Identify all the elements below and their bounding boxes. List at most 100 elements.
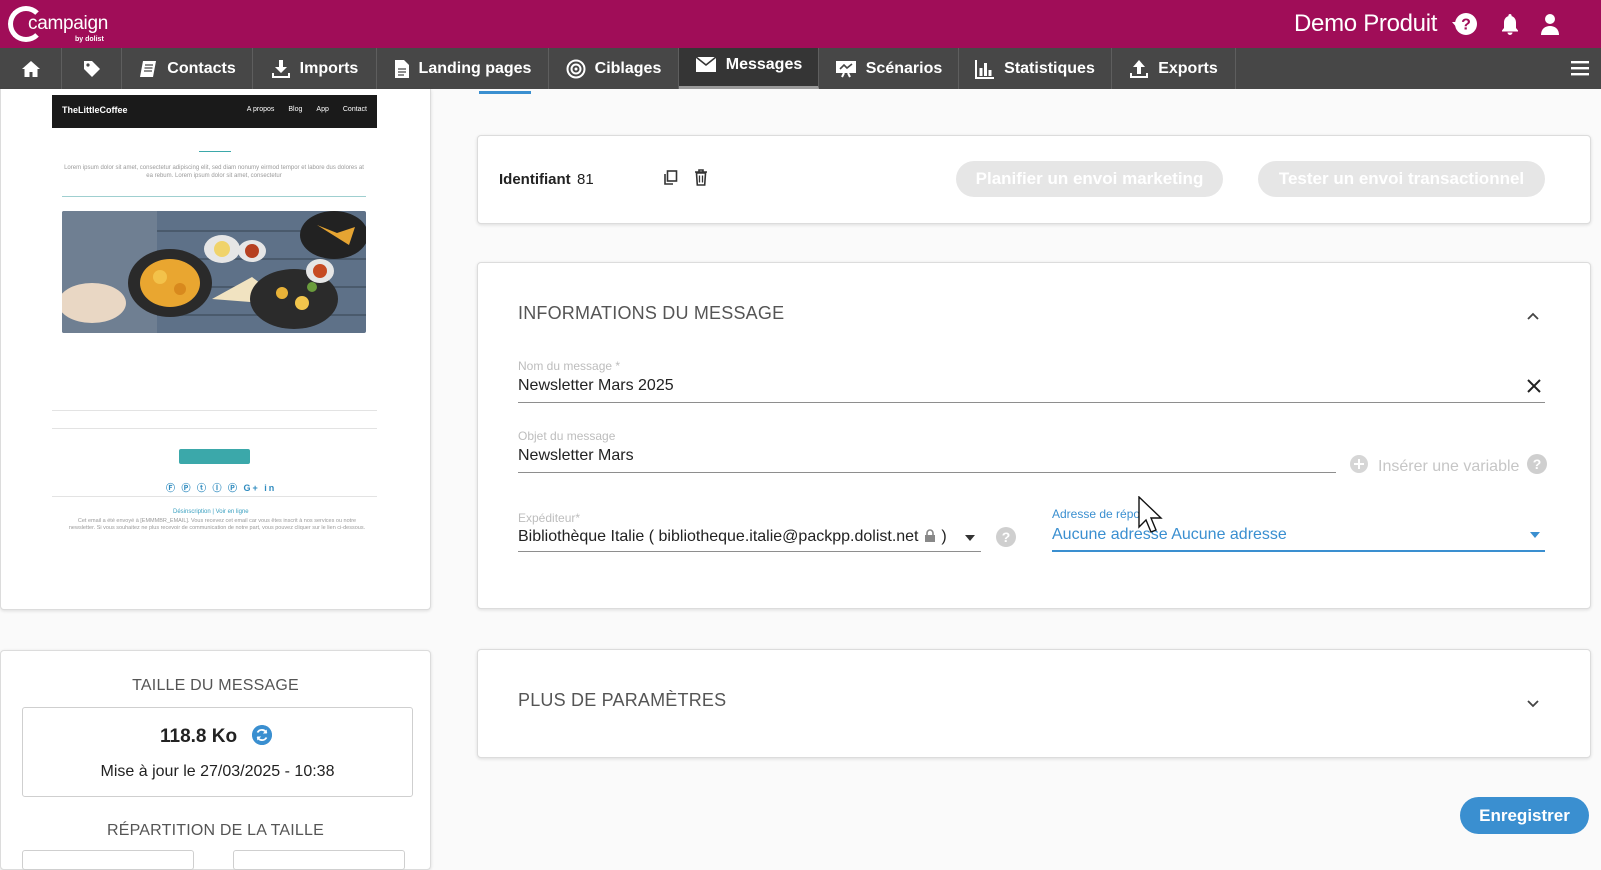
save-button[interactable]: Enregistrer — [1460, 797, 1589, 834]
refresh-icon[interactable] — [252, 725, 272, 745]
nav-home[interactable] — [0, 48, 62, 89]
reply-caret-icon[interactable] — [1530, 532, 1540, 538]
logo-word: campaign — [28, 13, 108, 34]
message-name-underline — [518, 402, 1545, 403]
preview-cta-button — [179, 449, 250, 464]
preview-social-icons: Ⓕ Ⓟ ⓣ Ⓘ Ⓟ G+ in — [166, 483, 277, 493]
help-icon[interactable]: ? — [1454, 12, 1478, 36]
scenario-icon — [835, 60, 856, 77]
lock-icon — [924, 529, 935, 542]
message-size-value: 118.8 Ko — [160, 726, 238, 747]
repartition-box — [22, 850, 194, 870]
preview-links: A propos Blog App Contact — [247, 106, 367, 113]
message-info-title[interactable]: INFORMATIONS DU MESSAGE — [518, 303, 784, 324]
identifier-value: 81 — [577, 171, 594, 188]
message-subject-label: Objet du message — [518, 429, 616, 443]
sender-caret-icon[interactable] — [965, 535, 975, 541]
hamburger-menu-icon[interactable] — [1571, 59, 1589, 77]
help-icon[interactable]: ? — [1527, 454, 1547, 474]
sender-label: Expéditeur* — [518, 511, 581, 525]
nav-scenarios-label: Scénarios — [865, 59, 943, 77]
nav-contacts-label: Contacts — [167, 59, 236, 77]
message-name-input[interactable]: Newsletter Mars 2025 — [518, 377, 674, 395]
nav-messages[interactable]: Messages — [679, 48, 819, 89]
nav-scenarios[interactable]: Scénarios — [819, 48, 959, 89]
reply-address-underline — [1052, 550, 1545, 552]
more-params-title[interactable]: PLUS DE PARAMÈTRES — [518, 690, 726, 711]
preview-link: A propos — [246, 106, 275, 113]
preview-brand: TheLittleCoffee — [62, 105, 128, 115]
sender-value-close: ) — [941, 528, 947, 545]
nav-ciblages-label: Ciblages — [594, 59, 662, 77]
message-size-box — [22, 707, 413, 797]
delete-icon[interactable] — [694, 169, 708, 186]
preview-divider — [52, 410, 377, 411]
logo-by: by dolist — [75, 36, 104, 43]
reply-address-select[interactable]: Aucune adresse Aucune adresse — [1052, 526, 1287, 544]
add-variable-icon[interactable] — [1350, 455, 1368, 473]
nav-statistiques[interactable]: Statistiques — [959, 48, 1112, 89]
sender-underline — [518, 551, 981, 552]
upload-icon — [1130, 59, 1149, 78]
nav-contacts[interactable]: Contacts — [122, 48, 253, 89]
insert-variable-button[interactable]: Insérer une variable — [1378, 458, 1519, 476]
home-icon — [21, 60, 40, 77]
message-subject-input[interactable]: Newsletter Mars — [518, 447, 634, 465]
chevron-up-icon[interactable] — [1526, 309, 1540, 323]
test-transactional-button[interactable]: Tester un envoi transactionnel — [1258, 161, 1545, 197]
help-icon[interactable]: ? — [996, 527, 1016, 547]
main-nav: Contacts Imports Landing pages Ciblages … — [0, 48, 1601, 89]
preview-intro-text: Lorem ipsum dolor sit amet, consectetur … — [64, 165, 364, 179]
mouse-cursor-icon — [1138, 496, 1163, 533]
nav-tags[interactable] — [62, 48, 122, 89]
nav-ciblages[interactable]: Ciblages — [549, 48, 679, 89]
download-icon — [271, 59, 290, 78]
document-icon — [394, 59, 409, 78]
sender-select[interactable]: Bibliothèque Italie ( bibliotheque.itali… — [518, 528, 947, 546]
duplicate-icon[interactable] — [663, 170, 678, 186]
reply-address-label: Adresse de répo — [1052, 507, 1141, 521]
preview-divider — [199, 151, 231, 152]
preview-header: TheLittleCoffee A propos Blog App Contac… — [52, 95, 377, 128]
repartition-box — [233, 850, 405, 870]
nav-imports[interactable]: Imports — [253, 48, 377, 89]
message-size-title: TAILLE DU MESSAGE — [132, 677, 299, 694]
bell-icon[interactable] — [1498, 12, 1522, 36]
email-preview[interactable]: TheLittleCoffee A propos Blog App Contac… — [0, 89, 431, 610]
preview-divider — [52, 496, 377, 497]
message-name-label: Nom du message * — [518, 359, 621, 373]
nav-exports-label: Exports — [1158, 59, 1218, 77]
nav-messages-label: Messages — [725, 56, 803, 73]
preview-divider — [52, 428, 377, 429]
preview-divider — [62, 196, 366, 197]
user-icon[interactable] — [1538, 12, 1562, 36]
contacts-book-icon — [140, 60, 157, 77]
preview-link: Contact — [342, 106, 367, 113]
nav-exports[interactable]: Exports — [1112, 48, 1236, 89]
chevron-down-icon[interactable] — [1526, 697, 1540, 711]
plan-marketing-button[interactable]: Planifier un envoi marketing — [956, 161, 1223, 197]
preview-food-photo — [62, 211, 366, 333]
bar-chart-icon — [975, 59, 995, 79]
preview-footer-links: Désinscription | Voir en ligne — [173, 509, 249, 515]
message-subject-underline — [518, 472, 1336, 473]
top-bar: campaign by dolist Demo Produit ? — [0, 0, 1601, 48]
sender-value: Bibliothèque Italie ( bibliotheque.itali… — [518, 528, 919, 545]
nav-landing-pages[interactable]: Landing pages — [377, 48, 549, 89]
target-icon — [566, 59, 586, 78]
nav-imports-label: Imports — [299, 59, 359, 77]
preview-link: Blog — [288, 106, 303, 113]
active-tab-indicator — [479, 91, 531, 94]
svg-text:?: ? — [1461, 17, 1471, 34]
message-size-updated: Mise à jour le 27/03/2025 - 10:38 — [100, 763, 335, 780]
clear-icon[interactable] — [1526, 378, 1542, 394]
tag-icon — [83, 60, 100, 77]
identifier-label: Identifiant — [499, 171, 571, 188]
size-repartition-title: RÉPARTITION DE LA TAILLE — [106, 822, 325, 839]
campaign-logo[interactable]: campaign by dolist — [8, 4, 128, 44]
account-name[interactable]: Demo Produit — [1294, 10, 1437, 38]
nav-landing-pages-label: Landing pages — [418, 59, 532, 77]
nav-statistiques-label: Statistiques — [1004, 59, 1095, 77]
preview-link: App — [316, 106, 329, 113]
preview-footer-text: Cet email a été envoyé à [EMMMBR_EMAIL].… — [68, 518, 366, 531]
